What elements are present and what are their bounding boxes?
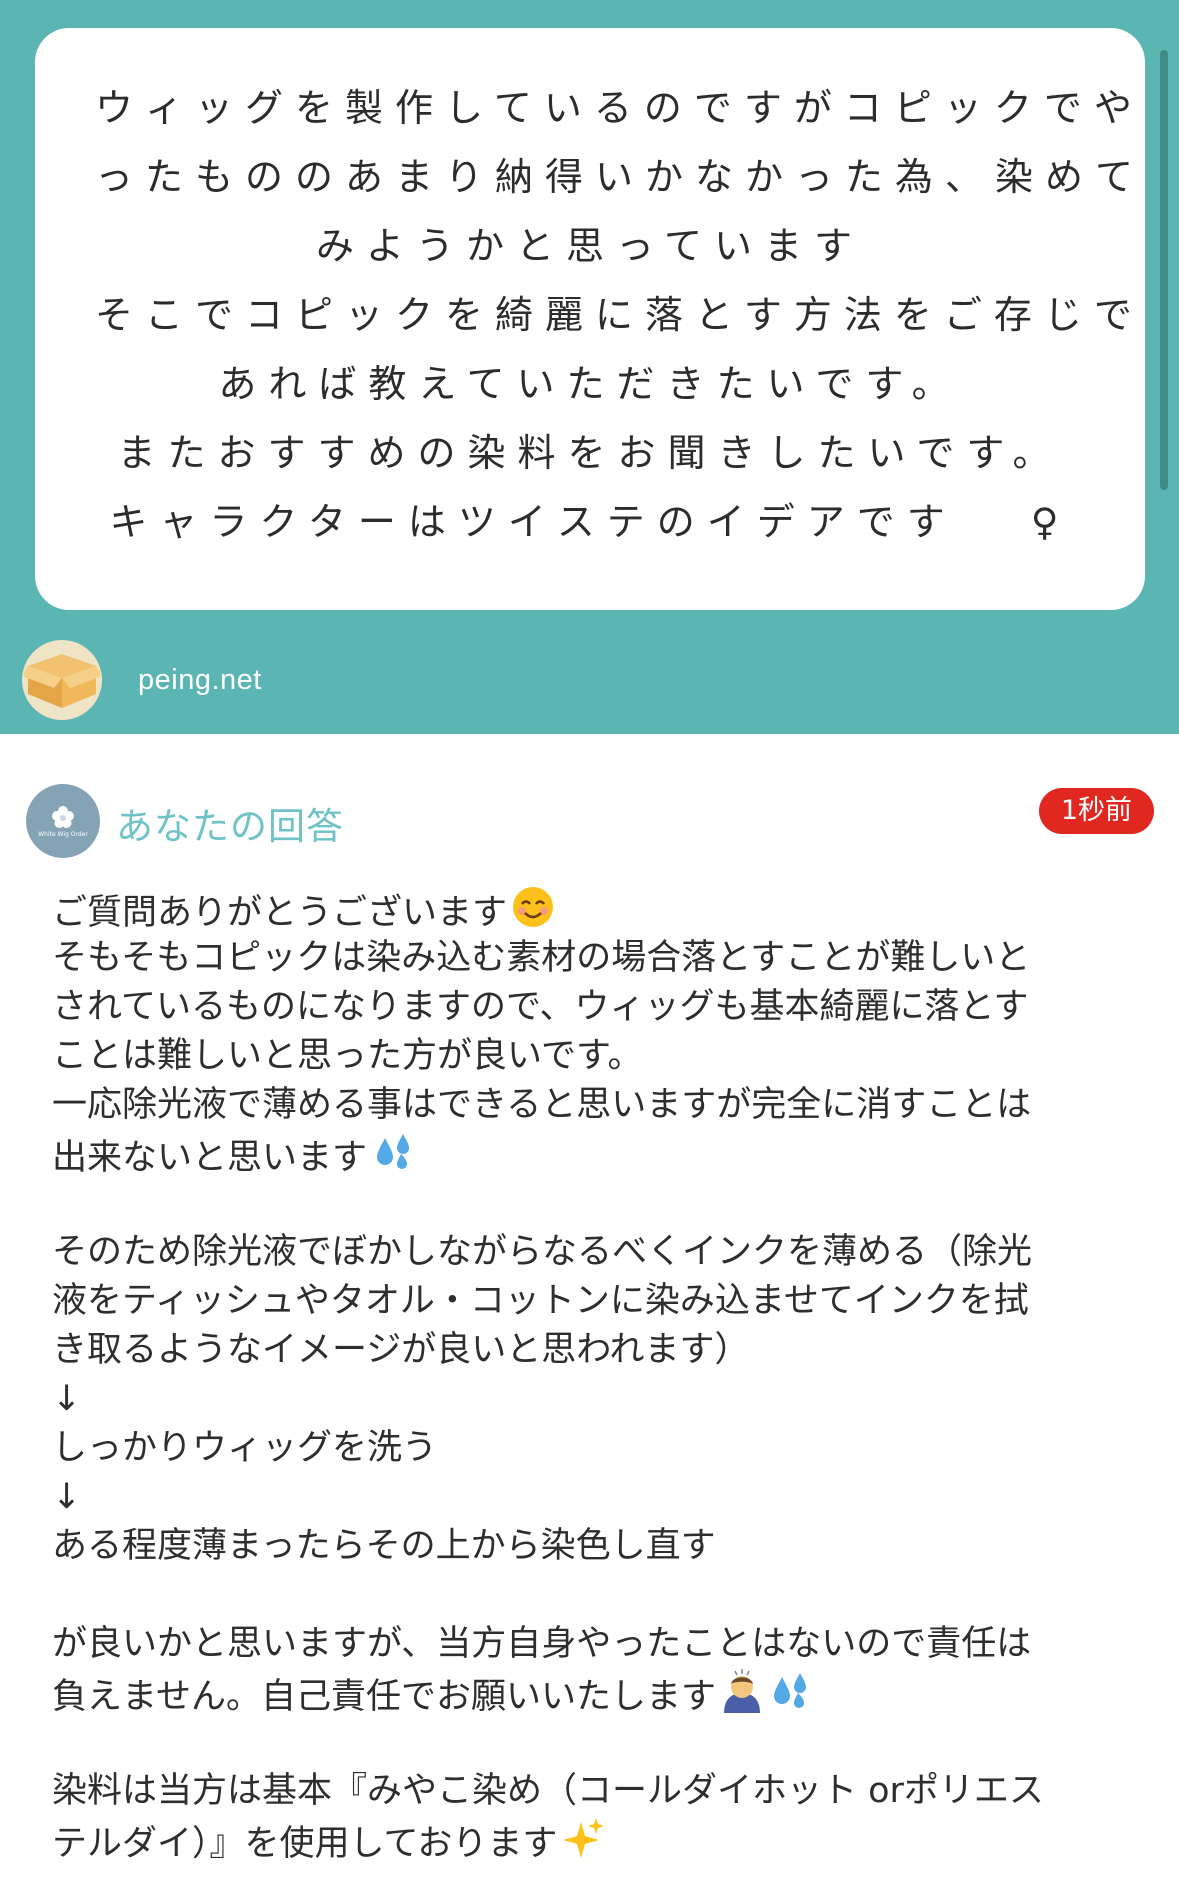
answer-line: 液をティッシュやタオル・コットンに染み込ませてインクを拭 — [52, 1281, 1029, 1321]
answer-title: あなたの回答 — [116, 805, 344, 848]
answer-line: しっかりウィッグを洗う — [52, 1428, 438, 1468]
question-line: そこでコピックを綺麗に落とす方法をご存じで — [95, 293, 1144, 337]
sweat-droplets-icon — [768, 1669, 812, 1727]
answer-line-text: ご質問ありがとうございます — [52, 893, 508, 933]
answer-body: ご質問ありがとうございます そもそもコピックは染み込む素材の場合落とすことが難し… — [52, 885, 1152, 1865]
question-card: ウィッグを製作しているのですがコピックでや ったもののあまり納得いかなかった為、… — [35, 28, 1145, 610]
answer-line: 出来ないと思います — [52, 1130, 1152, 1179]
question-line: みようかと思っています — [315, 224, 865, 268]
answer-line: テルダイ）』を使用しております — [52, 1816, 1152, 1865]
question-line: またおすすめの染料をお聞きしたいです。 — [117, 431, 1063, 475]
answer-line: ↓ — [52, 1379, 82, 1419]
bowing-person-icon — [720, 1669, 764, 1727]
answer-line — [52, 1571, 1152, 1620]
question-line: あれば教えていただきたいです。 — [218, 362, 962, 406]
answer-line: されているものになりますので、ウィッグも基本綺麗に落とす — [52, 987, 1029, 1027]
answer-line: ご質問ありがとうございます — [52, 885, 1152, 934]
answer-line — [52, 1179, 1152, 1228]
answer-line-text: テルダイ）』を使用しております — [52, 1824, 558, 1864]
sparkles-icon — [561, 1816, 605, 1874]
answer-line: き取るようなイメージが良いと思われます） — [52, 1330, 750, 1370]
sweat-droplets-icon — [371, 1130, 415, 1188]
question-line: ウィッグを製作しているのですがコピックでや — [95, 86, 1144, 130]
answer-line: そのため除光液でぼかしながらなるべくインクを薄める（除光 — [52, 1232, 1033, 1272]
question-line: ったもののあまり納得いかなかった為、染めて — [95, 155, 1146, 199]
flower-icon — [52, 805, 74, 828]
scrollbar[interactable] — [1160, 50, 1168, 490]
cardboard-box-icon — [22, 640, 102, 720]
answer-line: 染料は当方は基本『みやこ染め（コールダイホット orポリエス — [52, 1771, 1044, 1811]
answer-line: 負えません。自己責任でお願いいたします — [52, 1669, 1152, 1718]
answer-line: ある程度薄まったらその上から染色し直す — [52, 1526, 716, 1566]
answer-line — [52, 1718, 1152, 1767]
question-line: キャラクターはツイステのイデアです ♀ — [109, 500, 1071, 544]
answer-line-text: 負えません。自己責任でお願いいたします — [52, 1677, 716, 1717]
question-section: ウィッグを製作しているのですがコピックでや ったもののあまり納得いかなかった為、… — [0, 0, 1179, 734]
avatar[interactable]: White Wig Order — [26, 784, 100, 858]
avatar-caption: White Wig Order — [38, 830, 88, 838]
answer-line-text: 出来ないと思います — [52, 1138, 368, 1178]
answer-line: ↓ — [52, 1477, 82, 1517]
answer-header: White Wig Order あなたの回答 1秒前 — [26, 784, 1154, 864]
source-row[interactable]: peing.net — [22, 640, 262, 720]
source-link[interactable]: peing.net — [138, 664, 262, 697]
answer-line: が良いかと思いますが、当方自身やったことはないので責任は — [52, 1624, 1032, 1664]
answer-line: ことは難しいと思った方が良いです。 — [52, 1036, 643, 1076]
answer-line: そもそもコピックは染み込む素材の場合落とすことが難しいと — [52, 938, 1031, 978]
answer-line: 一応除光液で薄める事はできると思いますが完全に消すことは — [52, 1085, 1032, 1125]
time-badge: 1秒前 — [1038, 788, 1154, 834]
